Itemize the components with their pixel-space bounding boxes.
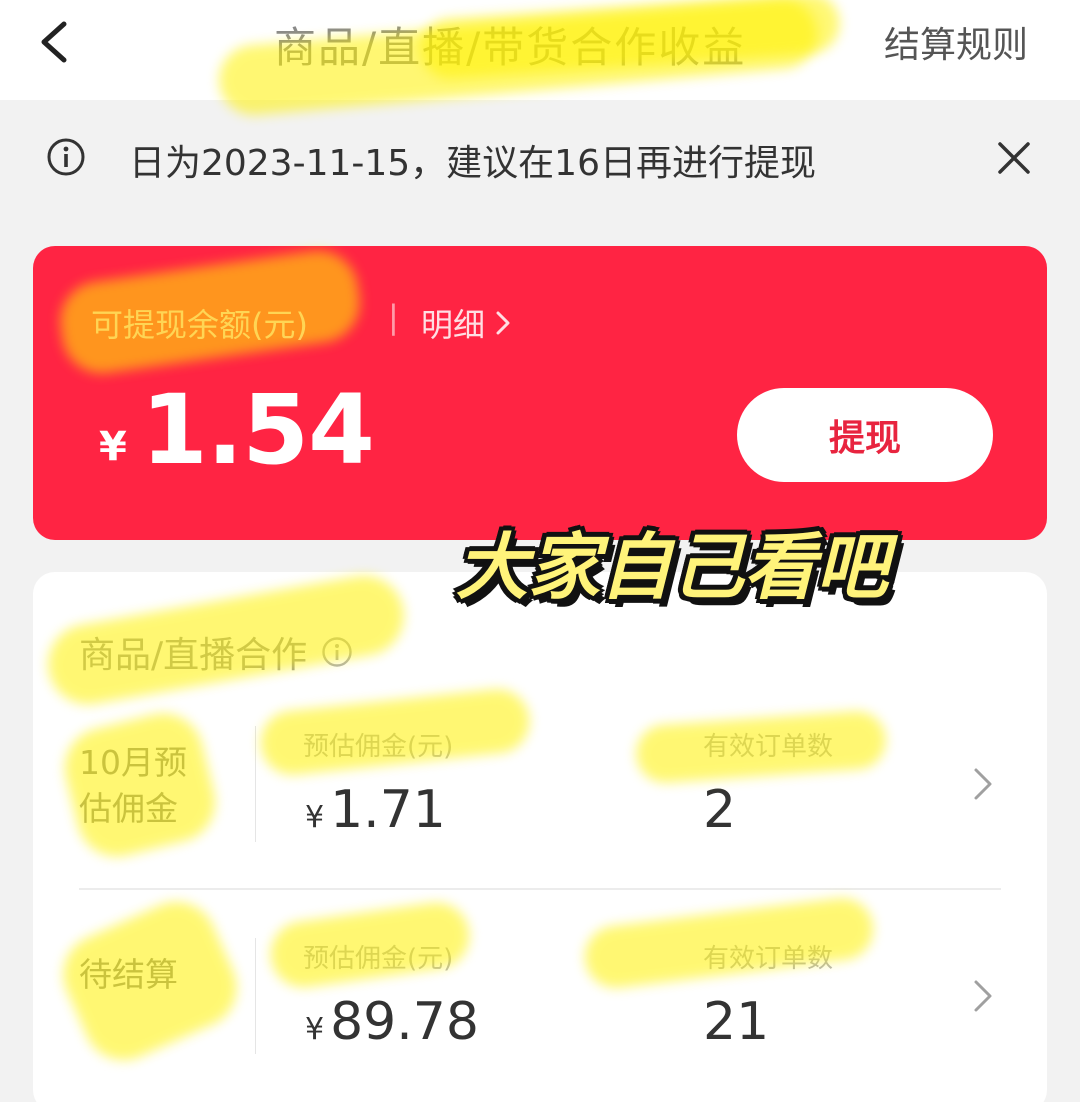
commission-header: 预估佣金(元) [303,944,454,974]
detail-link[interactable]: 明细 [421,300,511,346]
orders-header: 有效订单数 [703,732,834,762]
row-separator [79,888,1001,890]
orders-value: 2 [703,780,737,840]
commission-value: ¥1.71 [305,780,446,840]
list-item-pending-settlement[interactable]: 待结算 预估佣金(元) ¥89.78 有效订单数 21 [33,902,1047,1092]
list-item-estimated-commission[interactable]: 10月预估佣金 预估佣金(元) ¥1.71 有效订单数 2 [33,690,1047,880]
close-icon[interactable] [994,138,1034,178]
balance-label: 可提现余额(元) [91,306,308,344]
row-label: 待结算 [79,955,178,994]
row-label: 10月预估佣金 [79,743,187,828]
balance-card: 可提现余额(元) | 明细 ¥ 1.54 提现 [33,246,1047,540]
withdraw-button[interactable]: 提现 [737,388,993,482]
notice-bar: 结算日为2023-11-15，建议在16日再进行提现 [0,100,1080,212]
commission-header: 预估佣金(元) [303,732,454,762]
row-divider [255,726,256,842]
commission-value: ¥89.78 [305,992,479,1052]
sticker-caption: 大家自己看吧 [456,525,889,609]
cooperation-panel: 商品/直播合作 10月预估佣金 预估佣金(元) ¥1.71 有效订单数 2 待结… [33,572,1047,1102]
panel-title: 商品/直播合作 [79,626,353,678]
panel-title-text: 商品/直播合作 [79,635,308,676]
orders-value: 21 [703,992,770,1052]
chevron-right-icon [974,768,992,800]
notice-text: 结算日为2023-11-15，建议在16日再进行提现 [132,143,816,184]
chevron-right-icon [496,311,510,335]
info-icon [47,138,85,176]
detail-label: 明细 [421,306,486,344]
commission-amount: 89.78 [330,992,479,1052]
chevron-right-icon [974,980,992,1012]
balance-amount: 1.54 [141,374,375,486]
page-title: 商品/直播/带货合作收益 [274,23,747,72]
balance-separator: | [388,298,399,336]
currency-symbol: ¥ [305,1012,325,1047]
commission-amount: 1.71 [330,780,446,840]
info-icon[interactable] [321,636,353,668]
currency-symbol: ¥ [305,800,325,835]
currency-symbol: ¥ [99,424,127,470]
chevron-left-icon [41,21,67,63]
settlement-rules-link[interactable]: 结算规则 [884,16,1028,68]
row-divider [255,938,256,1054]
orders-header: 有效订单数 [703,944,834,974]
notice-marquee: 结算日为2023-11-15，建议在16日再进行提现 [132,130,822,184]
top-nav-bar: 商品/直播/带货合作收益 结算规则 [0,0,1080,100]
back-button[interactable] [28,10,88,70]
